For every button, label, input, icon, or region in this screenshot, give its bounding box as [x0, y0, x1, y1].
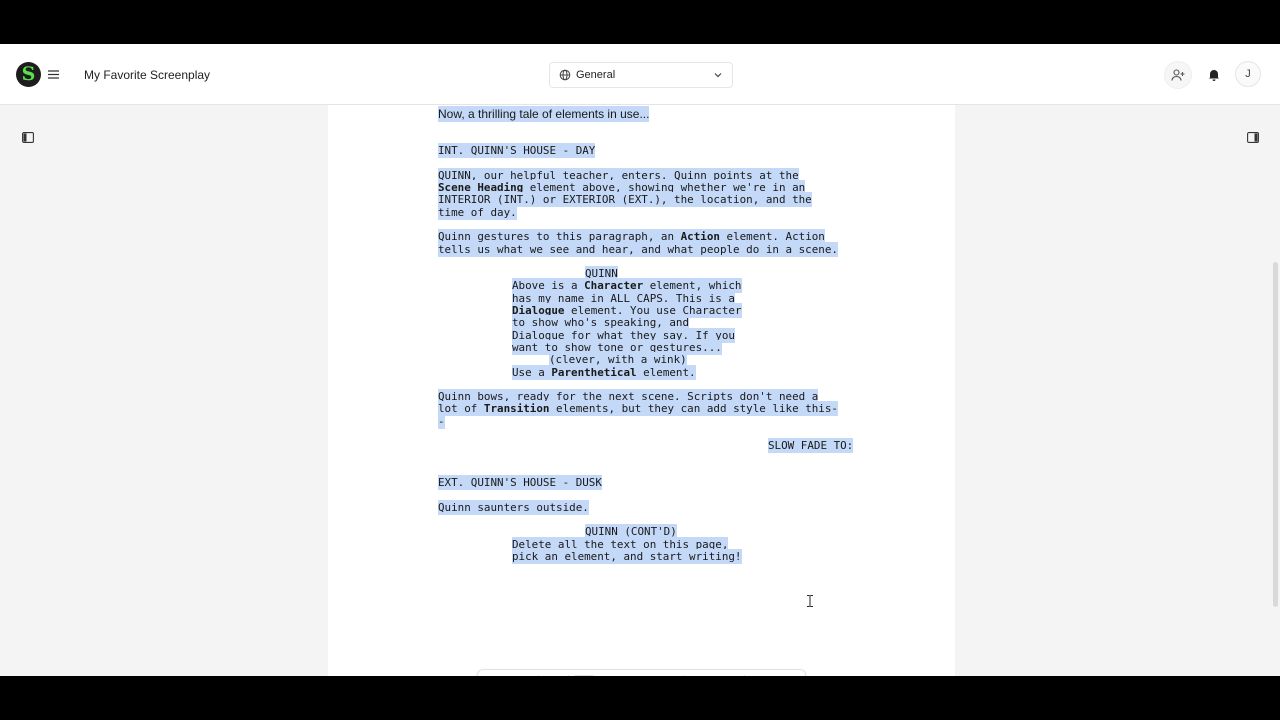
- bell-icon: [1209, 69, 1219, 81]
- strikethrough-button[interactable]: [657, 675, 679, 676]
- script-s-logo-icon[interactable]: S: [16, 62, 41, 87]
- document-title[interactable]: My Favorite Screenplay: [84, 67, 210, 83]
- scene-heading[interactable]: EXT. QUINN'S HOUSE - DUSK: [438, 475, 602, 490]
- dropdown-label: General: [576, 69, 616, 81]
- comments-button[interactable]: [747, 675, 769, 676]
- text-style-button[interactable]: [688, 675, 710, 676]
- hamburger-menu-icon[interactable]: [45, 65, 61, 83]
- dialogue-line[interactable]: Use a Parenthetical element.: [512, 365, 696, 380]
- notifications-button[interactable]: [1201, 61, 1227, 87]
- language-button[interactable]: [541, 675, 563, 676]
- redo-button[interactable]: [510, 675, 532, 676]
- bold-button[interactable]: [573, 675, 595, 676]
- globe-icon: [559, 69, 571, 81]
- undo-button[interactable]: [482, 675, 504, 676]
- mention-button[interactable]: [716, 675, 738, 676]
- screenplay-page[interactable]: Now, a thrilling tale of elements in use…: [328, 105, 955, 676]
- avatar[interactable]: J: [1235, 61, 1261, 87]
- sidebar-right-icon: [1247, 131, 1259, 143]
- action-line[interactable]: lot of Transition elements, but they can…: [438, 401, 838, 416]
- sidebar-left-toggle[interactable]: [19, 130, 37, 144]
- dialogue-line[interactable]: pick an element, and start writing!: [512, 549, 742, 564]
- add-user-icon: [1171, 69, 1185, 81]
- text-cursor-icon: [807, 595, 813, 607]
- comment-button[interactable]: [778, 675, 800, 676]
- sidebar-left-icon: [22, 131, 34, 143]
- action-line[interactable]: -: [438, 414, 445, 429]
- chevron-down-icon: [714, 73, 722, 78]
- scrollbar[interactable]: [1273, 262, 1278, 607]
- action-line[interactable]: Quinn saunters outside.: [438, 500, 589, 515]
- script-line[interactable]: Now, a thrilling tale of elements in use…: [438, 106, 650, 122]
- scope-dropdown[interactable]: General: [549, 62, 733, 88]
- top-bar: S My Favorite Screenplay General J: [0, 44, 1280, 105]
- formatting-toolbar: [477, 669, 806, 676]
- italic-button[interactable]: [601, 675, 623, 676]
- underline-button[interactable]: [629, 675, 651, 676]
- action-line[interactable]: tells us what we see and hear, and what …: [438, 242, 838, 257]
- add-user-button[interactable]: [1164, 61, 1192, 89]
- action-line[interactable]: time of day.: [438, 205, 517, 220]
- app-window: S My Favorite Screenplay General J Now, …: [0, 44, 1280, 676]
- sidebar-right-toggle[interactable]: [1244, 130, 1262, 144]
- transition[interactable]: SLOW FADE TO:: [768, 438, 854, 453]
- scene-heading[interactable]: INT. QUINN'S HOUSE - DAY: [438, 143, 596, 158]
